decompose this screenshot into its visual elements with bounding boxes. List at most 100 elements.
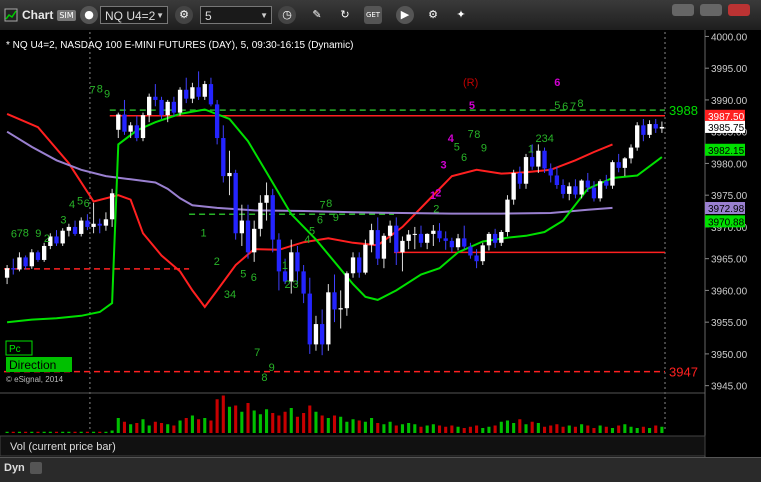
refresh-icon[interactable]: ↻ [336,6,354,24]
sequence-count: 5 [77,196,83,208]
minimize-button[interactable] [672,4,694,16]
candle-body [239,220,244,234]
candle-body [616,162,621,168]
price-label-text: 3985.75 [708,123,745,134]
sequence-count: 5 [454,142,460,154]
candle-body [511,172,516,200]
sequence-count: 1 [201,227,207,239]
candle-body [579,180,584,195]
candle-body [4,268,10,278]
candle-body [499,232,504,243]
candle-body [177,89,183,113]
candle-body [431,230,436,234]
get-icon[interactable]: GET [364,6,382,24]
close-button[interactable] [728,4,750,16]
candle-body [54,236,59,244]
candle-body [276,239,282,272]
play-icon[interactable]: ▶ [396,6,414,24]
maximize-button[interactable] [700,4,722,16]
candle-body [245,220,251,253]
candle-body [233,172,238,234]
candle-body [252,228,257,253]
candle-body [295,252,300,272]
candle-body [319,324,325,345]
sequence-count: 9 [104,88,110,100]
candle-body [171,101,177,113]
candle-body [443,238,448,241]
candle-body [468,246,473,256]
candle-body [103,219,109,226]
candle-body [60,230,65,244]
candle-body [548,168,553,176]
candle-body [116,114,121,130]
chart-icon [4,8,18,22]
sequence-count: 7 [570,101,576,113]
candle-body [554,175,560,186]
sequence-count: 5 [469,100,475,112]
candle-body [560,185,566,194]
zoom-icon[interactable] [30,462,42,474]
sequence-count: 7 [90,85,96,97]
y-tick-label: 3950.00 [711,350,748,361]
sequence-count: 6 [317,215,323,227]
candle-body [387,225,393,236]
sequence-count: 9 [35,228,41,240]
candle-body [17,257,22,270]
direction-label: Direction [9,358,56,372]
copyright: © eSignal, 2014 [6,375,64,384]
candle-body [375,230,380,259]
candle-body [523,157,529,184]
pencil-icon[interactable]: ✎ [308,6,326,24]
candle-body [635,125,640,148]
candle-body [97,223,102,226]
candle-body [628,147,634,159]
price-label-text: 3972.98 [708,204,745,215]
sequence-count: 9 [333,212,339,224]
candle-body [264,195,269,203]
interval-input[interactable]: 5 ▼ [200,6,272,24]
candle-body [196,87,201,97]
candle-body [221,138,226,177]
pc-label: Pc [9,344,21,355]
sequence-count: 6 [251,272,257,284]
clock-icon[interactable]: ◷ [278,6,296,24]
candle-body [542,150,547,169]
candle-body [400,240,405,253]
sequence-count: 6 [84,198,90,210]
candle-body [270,195,275,240]
sim-badge: SIM [57,9,76,21]
candle-body [449,240,455,248]
y-tick-label: 3975.00 [711,191,748,202]
candle-body [23,257,28,267]
price-label-text: 3988 [669,103,698,118]
candle-body [486,233,492,246]
link-icon[interactable]: ● [80,6,98,24]
sequence-count: 2 [285,279,291,291]
sequence-count: 2 [44,233,50,245]
settings-icon[interactable]: ✦ [452,6,470,24]
candle-body [202,84,207,97]
toolbar: Chart SIM ● NQ U4=2 ▼ ⚙ 5 ▼ ◷ ✎ ↻ GET ▶ ⚙ … [0,0,761,31]
sequence-count: 2 [214,256,220,268]
candle-body [641,125,646,135]
sequence-count: 7 [468,128,474,140]
candle-body [140,115,146,139]
y-tick-label: 3945.00 [711,382,748,393]
interval-settings-icon[interactable]: ⚙ [175,6,193,24]
sequence-count: 3 [60,215,66,227]
sequence-count: 7 [254,347,260,359]
candle-body [350,257,356,274]
chart-area[interactable]: 6 7 8 9 234 5 67 8 912345 678912 34567 891 2234567 89… [0,30,761,481]
candle-body [412,233,417,235]
gear-icon[interactable]: ⚙ [424,6,442,24]
y-tick-label: 3980.00 [711,159,748,170]
candle-body [462,238,467,247]
candle-body [184,89,189,99]
candle-body [573,186,578,195]
symbol-input[interactable]: NQ U4=2 ▼ [100,6,168,24]
chart-header: * NQ U4=2, NASDAQ 100 E-MINI FUTURES (DA… [6,40,353,51]
sequence-count: 3 [292,279,298,291]
sequence-count: 5 [554,100,560,112]
candle-body [455,238,461,248]
candle-body [394,225,399,253]
